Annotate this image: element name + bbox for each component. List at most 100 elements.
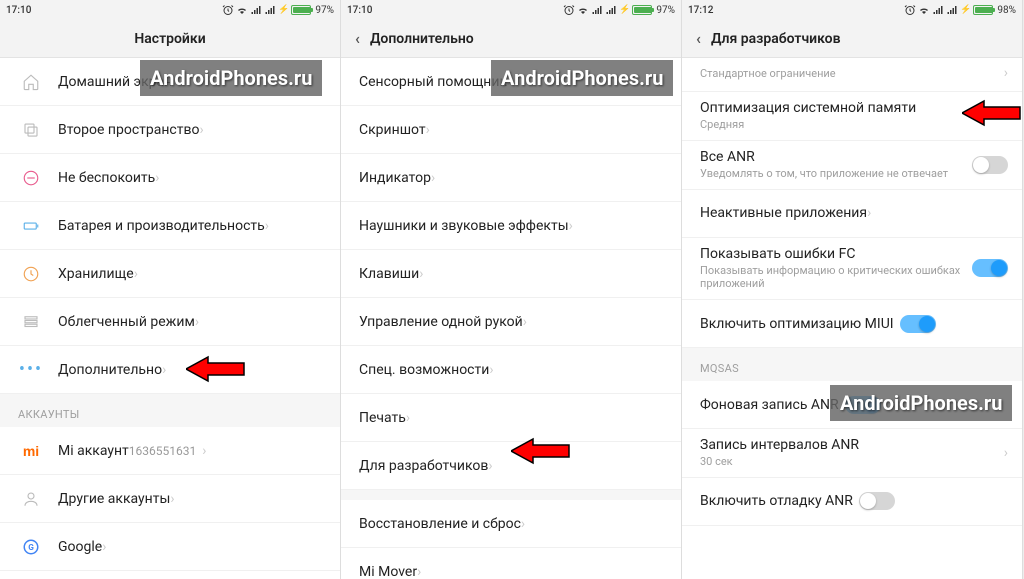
chevron-right-icon: › — [155, 170, 159, 186]
battery-row-icon — [18, 217, 44, 235]
row-inactive-apps[interactable]: Неактивные приложения › — [682, 190, 1022, 238]
chevron-right-icon: › — [195, 314, 199, 330]
row-indicator[interactable]: Индикатор› — [341, 154, 681, 202]
status-time: 17:12 — [688, 5, 713, 16]
chevron-right-icon: › — [419, 266, 423, 282]
chevron-right-icon: › — [426, 122, 430, 138]
additional-list: Сенсорный помощник› Скриншот› Индикатор›… — [341, 58, 681, 579]
page-title: Дополнительно — [370, 31, 474, 47]
section-gap — [341, 490, 681, 500]
row-second-space[interactable]: Второе пространство › — [0, 106, 340, 154]
svg-text:G: G — [28, 543, 34, 553]
section-mqsas: MQSAS — [682, 348, 1022, 381]
phone-additional: 17:10 ⚡ 97% ‹ Дополнительно Сенсорный по… — [341, 0, 682, 579]
user-icon — [18, 490, 44, 508]
page-title: Для разработчиков — [711, 31, 841, 47]
row-miui-optimization[interactable]: Включить оптимизацию MIUI — [682, 300, 1022, 348]
toggle-fc-errors[interactable] — [972, 259, 1008, 277]
chevron-right-icon: › — [523, 314, 527, 330]
battery-percent: 97% — [315, 5, 334, 16]
signal-icon — [932, 4, 944, 16]
row-label: Не беспокоить — [58, 170, 155, 186]
status-time: 17:10 — [6, 5, 31, 16]
row-backup-reset[interactable]: Восстановление и сброс› — [341, 500, 681, 548]
chevron-right-icon: › — [1004, 108, 1008, 124]
row-anr-debug[interactable]: Включить отладку ANR — [682, 478, 1022, 526]
back-button[interactable]: ‹ — [355, 29, 360, 48]
row-other-accounts[interactable]: Другие аккаунты › — [0, 475, 340, 523]
chevron-right-icon: › — [507, 74, 511, 90]
row-mi-mover[interactable]: Mi Mover› — [341, 548, 681, 579]
alarm-icon — [222, 4, 234, 16]
battery-percent: 98% — [997, 5, 1016, 16]
signal-icon-2 — [605, 4, 617, 16]
google-icon: G — [18, 538, 44, 556]
row-home-screen[interactable]: Домашний экран › — [0, 58, 340, 106]
chevron-right-icon: › — [199, 122, 203, 138]
chevron-right-icon: › — [162, 362, 166, 378]
wifi-icon — [577, 4, 589, 16]
row-label: Хранилище — [58, 266, 134, 282]
section-accounts: АККАУНТЫ — [0, 394, 340, 427]
signal-icon — [591, 4, 603, 16]
row-mi-account[interactable]: mi Mi аккаунт 1636551631 › — [0, 427, 340, 475]
phone-settings: 17:10 ⚡ 97% Настройки Домашний экран › В… — [0, 0, 341, 579]
row-all-anr[interactable]: Все ANR Уведомлять о том, что приложение… — [682, 141, 1022, 190]
status-bar: 17:12 ⚡ 98% — [682, 0, 1022, 20]
row-storage[interactable]: Хранилище › — [0, 250, 340, 298]
signal-icon-2 — [264, 4, 276, 16]
alarm-icon — [904, 4, 916, 16]
row-label: Батарея и производительность — [58, 218, 265, 234]
battery-percent: 97% — [656, 5, 675, 16]
row-developer-options[interactable]: Для разработчиков› — [341, 442, 681, 490]
chevron-right-icon: › — [170, 491, 174, 507]
row-label: Домашний экран — [58, 74, 172, 90]
row-label: Другие аккаунты — [58, 491, 170, 507]
home-icon — [18, 73, 44, 91]
chevron-right-icon: › — [417, 564, 421, 579]
toggle-all-anr[interactable] — [972, 156, 1008, 174]
row-print[interactable]: Печать› — [341, 394, 681, 442]
row-google[interactable]: G Google › — [0, 523, 340, 571]
header: Настройки — [0, 20, 340, 58]
row-label: Второе пространство — [58, 122, 199, 138]
chevron-right-icon: › — [488, 458, 492, 474]
signal-icon — [250, 4, 262, 16]
row-accessibility[interactable]: Спец. возможности› — [341, 346, 681, 394]
status-time: 17:10 — [347, 5, 372, 16]
row-battery-perf[interactable]: Батарея и производительность › — [0, 202, 340, 250]
row-label: Облегченный режим — [58, 314, 195, 330]
row-background-anr[interactable]: Фоновая запись ANR — [682, 381, 1022, 429]
row-additional[interactable]: ••• Дополнительно › — [0, 346, 340, 394]
row-one-handed[interactable]: Управление одной рукой› — [341, 298, 681, 346]
row-anr-interval[interactable]: Запись интервалов ANR 30 сек › — [682, 429, 1022, 478]
battery-icon — [291, 5, 311, 15]
copy-icon — [18, 121, 44, 139]
back-button[interactable]: ‹ — [696, 29, 701, 48]
battery-icon — [973, 5, 993, 15]
header: ‹ Для разработчиков — [682, 20, 1022, 58]
chevron-right-icon: › — [489, 362, 493, 378]
row-touch-assistant[interactable]: Сенсорный помощник› — [341, 58, 681, 106]
chevron-right-icon: › — [134, 266, 138, 282]
row-dnd[interactable]: Не беспокоить › — [0, 154, 340, 202]
chevron-right-icon: › — [172, 74, 176, 90]
row-screenshot[interactable]: Скриншот› — [341, 106, 681, 154]
settings-list: Домашний экран › Второе пространство › Н… — [0, 58, 340, 579]
chevron-right-icon: › — [265, 218, 269, 234]
toggle-anr-debug[interactable] — [859, 492, 895, 510]
toggle-bg-anr[interactable] — [845, 396, 881, 414]
chevron-right-icon: › — [202, 443, 206, 459]
row-standard-limit[interactable]: Стандартное ограничение › — [682, 58, 1022, 92]
dnd-icon — [18, 169, 44, 187]
signal-icon-2 — [946, 4, 958, 16]
row-value: 1636551631 — [129, 444, 196, 458]
row-headphones-sound[interactable]: Наушники и звуковые эффекты› — [341, 202, 681, 250]
row-keys[interactable]: Клавиши› — [341, 250, 681, 298]
row-label: Дополнительно — [58, 362, 162, 378]
row-memory-optimization[interactable]: Оптимизация системной памяти Средняя › — [682, 92, 1022, 141]
row-lite-mode[interactable]: Облегченный режим › — [0, 298, 340, 346]
toggle-miui-opt[interactable] — [900, 315, 936, 333]
row-show-fc-errors[interactable]: Показывать ошибки FC Показывать информац… — [682, 238, 1022, 301]
chevron-right-icon: › — [867, 205, 871, 221]
